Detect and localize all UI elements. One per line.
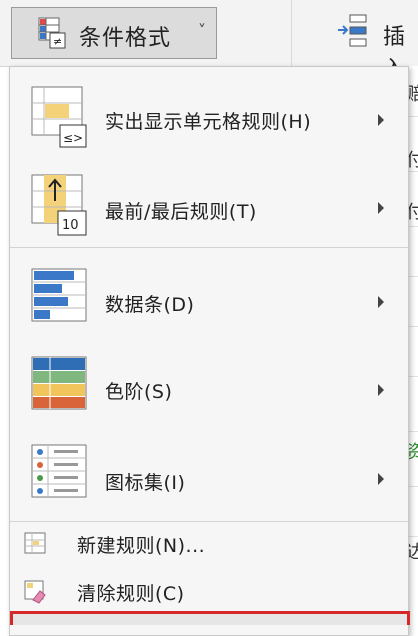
insert-button[interactable]: 插入 [336, 14, 418, 82]
submenu-arrow-icon [378, 296, 384, 308]
top-bottom-rules-icon: 10 [31, 174, 87, 236]
icon-sets-icon [31, 444, 87, 498]
menu-item-label: 色阶(S) [105, 381, 173, 403]
new-rule-icon [24, 532, 46, 554]
icon-caption: ≤> [63, 131, 83, 145]
menu-divider [10, 247, 408, 248]
color-scales-icon [31, 356, 87, 410]
menu-item-label: 实出显示单元格规则(H) [105, 111, 312, 133]
submenu-arrow-icon [378, 384, 384, 396]
clear-rules-icon [24, 580, 46, 604]
conditional-formatting-menu: ≤> 实出显示单元格规则(H) 10 最前/最后规则(T) 数据条(D) 色阶(… [9, 66, 409, 636]
conditional-formatting-label: 条件格式 [79, 26, 172, 51]
menu-item-label: 数据条(D) [105, 294, 195, 316]
menu-item-highlight-cells-rules[interactable]: ≤> 实出显示单元格规则(H) [10, 81, 408, 161]
menu-item-label: 新建规则(N)... [77, 535, 206, 557]
menu-item-top-bottom-rules[interactable]: 10 最前/最后规则(T) [10, 167, 408, 247]
menu-item-label: 清除规则(C) [77, 583, 185, 605]
menu-item-label: 图标集(I) [105, 472, 186, 494]
menu-item-data-bars[interactable]: 数据条(D) [10, 255, 408, 339]
svg-text:≠: ≠ [53, 35, 62, 48]
ribbon-separator [291, 0, 292, 66]
highlight-cells-rules-icon: ≤> [31, 86, 87, 148]
menu-item-label: 最前/最后规则(T) [105, 201, 257, 223]
ribbon: ≠ 条件格式 ˅ 插入 [0, 0, 418, 82]
conditional-formatting-button[interactable]: ≠ 条件格式 ˅ [11, 7, 217, 59]
menu-item-color-scales[interactable]: 色阶(S) [10, 343, 408, 427]
menu-item-new-rule[interactable]: 新建规则(N)... [10, 522, 408, 566]
insert-rows-icon [338, 14, 367, 47]
chevron-down-icon: ˅ [198, 21, 206, 40]
submenu-arrow-icon [378, 114, 384, 126]
conditional-formatting-icon: ≠ [38, 17, 66, 49]
icon-caption: 10 [62, 218, 79, 233]
submenu-arrow-icon [378, 202, 384, 214]
menu-item-icon-sets[interactable]: 图标集(I) [10, 431, 408, 515]
data-bars-icon [31, 268, 87, 322]
submenu-arrow-icon [378, 473, 384, 485]
menu-item-manage-rules-highlight[interactable] [10, 611, 410, 625]
menu-item-clear-rules[interactable]: 清除规则(C) [10, 570, 408, 614]
